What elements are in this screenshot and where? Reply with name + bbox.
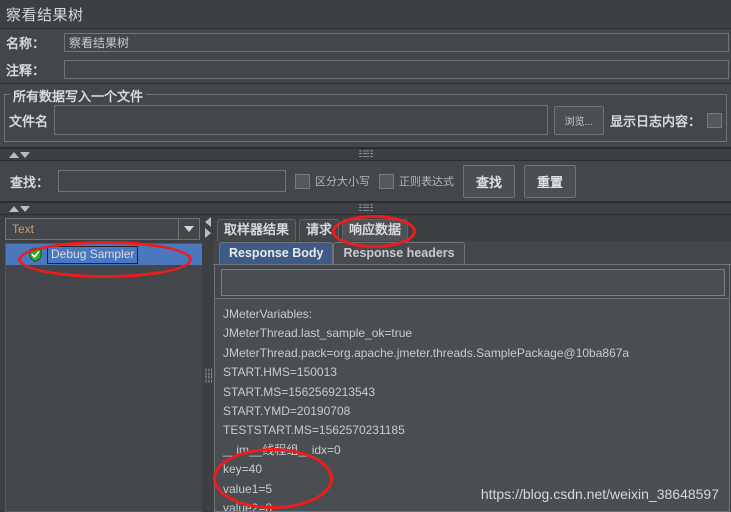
splitter-grip-icon: ☷☷ [358,149,373,159]
tab-response-body[interactable]: Response Body [219,242,334,264]
regex-option[interactable]: 正则表达式 [379,173,454,189]
file-group-legend: 所有数据写入一个文件 [10,86,147,105]
result-tabs: 取样器结果 请求 响应数据 [213,217,731,241]
reset-button[interactable]: 重置 [524,164,577,198]
tab-response-headers[interactable]: Response headers [333,242,465,264]
response-content-box: JMeterVariables: JMeterThread.last_sampl… [214,265,730,512]
collapse-right-icon[interactable] [204,228,211,238]
find-button[interactable]: 查找 [463,164,516,198]
results-tree[interactable]: Debug Sampler [5,243,202,512]
window-titlebar: 察看结果树 [0,0,731,29]
search-input[interactable] [58,170,287,192]
display-log-label: 显示日志内容： [609,113,701,129]
filename-label: 文件名 [9,113,49,129]
result-tree-window: 察看结果树 名称： 察看结果树 注释： 所有数据写入一个文件 文件名 浏览...… [0,0,731,512]
case-sensitive-option[interactable]: 区分大小写 [295,173,370,189]
tab-request[interactable]: 请求 [299,219,340,241]
tree-node-label: Debug Sampler [47,245,139,264]
file-group-wrapper: 所有数据写入一个文件 文件名 浏览... 显示日志内容： [0,84,731,148]
tree-node-debug-sampler[interactable]: Debug Sampler [6,244,202,265]
collapse-up-icon[interactable] [9,205,19,212]
response-body-text[interactable]: JMeterVariables: JMeterThread.last_sampl… [215,298,729,511]
search-toolbar: 查找： 区分大小写 正则表达式 查找 重置 [0,161,731,202]
write-all-data-group: 所有数据写入一个文件 文件名 浏览... 显示日志内容： [4,86,727,142]
name-row: 名称： 察看结果树 [0,29,731,56]
success-shield-icon [28,247,43,262]
response-search-input[interactable] [221,269,725,296]
response-line: START.HMS=150013 [223,365,337,380]
collapse-down-icon[interactable] [20,151,30,158]
splitter-middle-arrows[interactable] [9,205,30,212]
watermark-text: https://blog.csdn.net/weixin_38648597 [480,486,719,502]
comment-input[interactable] [64,60,729,79]
tab-response-data[interactable]: 响应数据 [342,219,409,241]
splitter-grip-icon: ☷☷ [358,203,373,213]
comment-row: 注释： [0,56,731,83]
tab-sampler-result[interactable]: 取样器结果 [217,219,297,241]
response-line: JMeterThread.pack=org.apache.jmeter.thre… [223,345,630,360]
name-label: 名称： [6,36,46,51]
element-form: 名称： 察看结果树 注释： [0,29,731,84]
response-line: key=40 [223,462,263,477]
name-input[interactable]: 察看结果树 [64,33,729,52]
response-line: JMeterVariables: [223,307,313,321]
collapse-down-icon[interactable] [20,205,30,212]
response-line: START.MS=1562569213543 [223,384,375,399]
splitter-middle[interactable]: ☷☷ [0,202,731,215]
vertical-splitter[interactable]: ☷☷ [202,215,213,512]
results-tree-pane: Text Debug Sampler [0,215,202,512]
page-title: 察看结果树 [6,6,84,24]
browse-button[interactable]: 浏览... [553,105,604,135]
regex-checkbox[interactable] [379,173,395,189]
response-line: JMeterThread.last_sample_ok=true [223,326,413,341]
case-sensitive-label: 区分大小写 [315,176,371,188]
response-line: __jm__线程组__idx=0 [223,442,341,457]
comment-label: 注释： [6,63,46,78]
search-label: 查找： [10,174,50,190]
filename-row: 文件名 浏览... 显示日志内容： [9,105,722,135]
main-split-area: Text Debug Sampler ☷☷ 取样器结果 请求 响应数据 Resp… [0,215,731,512]
splitter-top-arrows[interactable] [9,151,30,158]
regex-label: 正则表达式 [399,176,455,188]
collapse-up-icon[interactable] [9,151,19,158]
display-log-checkbox[interactable] [707,112,722,128]
response-line: TESTSTART.MS=1562570231185 [223,423,405,438]
vertical-splitter-arrows[interactable] [204,217,211,238]
splitter-top[interactable]: ☷☷ [0,148,731,161]
renderer-dropdown[interactable]: Text [5,218,200,240]
filename-input[interactable] [54,105,548,135]
case-sensitive-checkbox[interactable] [295,173,311,189]
collapse-left-icon[interactable] [204,217,211,227]
response-line: START.YMD=20190708 [223,404,351,419]
response-pane: 取样器结果 请求 响应数据 Response Body Response hea… [213,215,731,512]
renderer-selected-value: Text [12,222,35,236]
chevron-down-icon[interactable] [178,219,199,239]
vertical-splitter-grip-icon: ☷☷ [203,368,213,383]
response-sub-tabs: Response Body Response headers [213,241,731,265]
